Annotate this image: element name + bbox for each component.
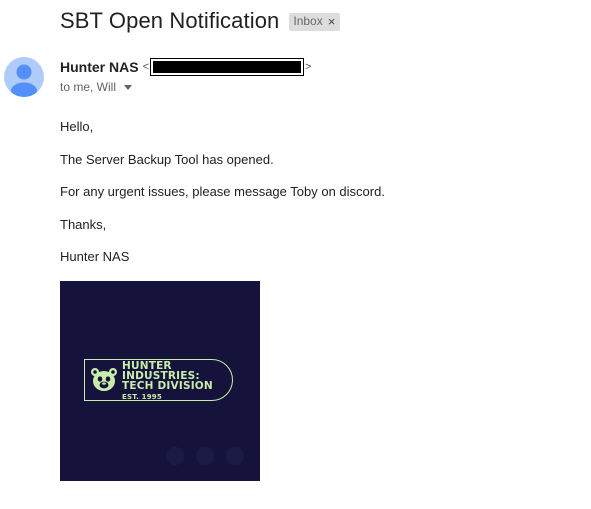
caret-down-icon <box>124 84 133 90</box>
company-logo-image[interactable]: HUNTER INDUSTRIES: TECH DIVISION EST. 19… <box>60 281 260 481</box>
redacted-email-address <box>150 58 304 76</box>
sender-email-open: < <box>142 61 149 73</box>
inbox-label-chip[interactable]: Inbox × <box>289 13 341 31</box>
logo-line-3: TECH DIVISION <box>122 380 213 392</box>
body-signature: Hunter NAS <box>60 249 130 264</box>
recipients-toggle[interactable]: to me, Will <box>60 80 133 94</box>
sender-row: Hunter NAS < > <box>60 58 312 76</box>
sender-email-close: > <box>305 61 312 73</box>
body-line-2: For any urgent issues, please message To… <box>60 184 385 199</box>
recipients-text: to me, Will <box>60 80 117 94</box>
body-line-1: The Server Backup Tool has opened. <box>60 152 274 167</box>
logo-wordmark: HUNTER INDUSTRIES: TECH DIVISION EST. 19… <box>122 361 213 402</box>
remove-label-button[interactable]: × <box>328 15 336 28</box>
sender-name[interactable]: Hunter NAS <box>60 59 139 75</box>
subject-row: SBT Open Notification Inbox × <box>60 8 341 34</box>
logo-background-pattern <box>166 447 244 465</box>
body-closing: Thanks, <box>60 217 107 232</box>
email-subject: SBT Open Notification <box>60 8 280 33</box>
bear-head-icon <box>91 368 117 391</box>
body-greeting: Hello, <box>60 119 94 134</box>
sender-avatar[interactable] <box>4 57 44 97</box>
label-text: Inbox <box>293 14 323 28</box>
logo-line-4: EST. 1995 <box>122 393 162 401</box>
person-icon <box>11 64 37 97</box>
